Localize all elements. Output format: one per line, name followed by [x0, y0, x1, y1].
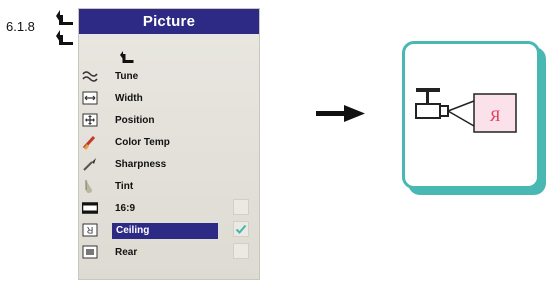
menu-title: Picture	[79, 9, 259, 34]
picture-menu: Picture Tune Width Position Color Temp S…	[78, 8, 260, 280]
menu-item-sharpness[interactable]: Sharpness	[79, 153, 261, 175]
color-temp-icon	[82, 135, 96, 150]
tint-icon	[85, 180, 92, 193]
checkmark-icon	[235, 224, 247, 234]
section-number: 6.1.8	[6, 19, 35, 34]
ceiling-icon: R	[82, 223, 98, 237]
sharpness-icon	[83, 158, 96, 171]
menu-item-label: Tint	[115, 181, 134, 192]
checkbox-rear[interactable]	[233, 243, 249, 259]
menu-item-width[interactable]: Width	[79, 87, 261, 109]
menu-item-tune[interactable]: Tune	[79, 65, 261, 87]
checkbox-ceiling[interactable]	[233, 221, 249, 237]
menu-item-label: Rear	[115, 247, 138, 258]
menu-item-position[interactable]: Position	[79, 109, 261, 131]
menu-item-label: Color Temp	[115, 137, 170, 148]
tune-icon	[82, 71, 98, 82]
position-icon	[82, 113, 98, 127]
menu-item-label: Width	[115, 93, 143, 104]
menu-item-label: Tune	[115, 71, 139, 82]
ceiling-projector-icon: R	[415, 88, 517, 133]
menu-item-color-temp[interactable]: Color Temp	[79, 131, 261, 153]
checkbox-16-9[interactable]	[233, 199, 249, 215]
svg-text:R: R	[86, 225, 93, 235]
aspect-ratio-icon	[82, 202, 98, 214]
menu-item-rear[interactable]: Rear	[79, 241, 261, 263]
double-back-arrow-icon	[56, 10, 73, 45]
menu-item-label: Sharpness	[115, 159, 167, 170]
right-arrow-icon	[316, 105, 365, 122]
menu-item-label: Ceiling	[112, 223, 218, 239]
menu-item-label: 16:9	[115, 203, 136, 214]
menu-item-tint[interactable]: Tint	[79, 175, 261, 197]
menu-item-ceiling[interactable]: R Ceiling	[79, 219, 261, 241]
menu-item-label: Position	[115, 115, 155, 126]
rear-icon	[82, 245, 98, 259]
width-icon	[82, 91, 98, 105]
menu-item-16-9[interactable]: 16:9	[79, 197, 261, 219]
mirrored-r-glyph: R	[489, 108, 500, 125]
